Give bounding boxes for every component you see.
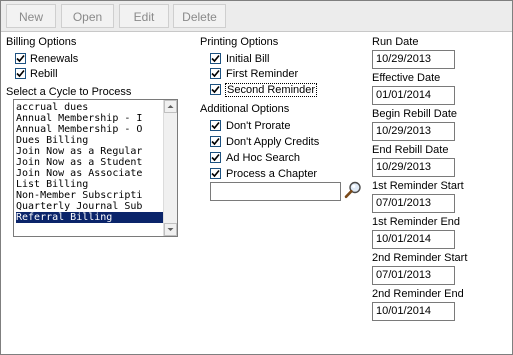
first-reminder-start-field[interactable]: 07/01/2013 (372, 194, 455, 213)
initial-bill-label: Initial Bill (226, 53, 270, 65)
toolbar: New Open Edit Delete (1, 1, 512, 32)
list-item[interactable]: Quarterly Journal Sub (16, 201, 164, 212)
chapter-input[interactable] (210, 182, 341, 201)
list-item[interactable]: Non-Member Subscripti (16, 190, 164, 201)
rebill-checkbox[interactable] (15, 68, 26, 79)
ad-hoc-search-label: Ad Hoc Search (226, 152, 300, 164)
list-item[interactable]: Dues Billing (16, 135, 164, 146)
check-icon (16, 54, 25, 63)
list-item[interactable]: List Billing (16, 179, 164, 190)
ad-hoc-search-checkbox[interactable] (210, 152, 221, 163)
check-icon (211, 54, 220, 63)
dont-apply-credits-label: Don't Apply Credits (226, 136, 320, 148)
cycle-heading: Select a Cycle to Process (6, 86, 132, 98)
begin-rebill-date-label: Begin Rebill Date (372, 108, 457, 120)
check-icon (211, 169, 220, 178)
dont-prorate-label: Don't Prorate (226, 120, 291, 132)
listbox-scrollbar[interactable] (163, 100, 177, 236)
initial-bill-checkbox[interactable] (210, 53, 221, 64)
scroll-up-arrow-icon[interactable] (164, 100, 177, 113)
open-button[interactable]: Open (61, 4, 114, 28)
dont-apply-credits-checkbox[interactable] (210, 136, 221, 147)
list-item-selected[interactable]: Referral Billing (16, 212, 164, 223)
scroll-down-arrow-icon[interactable] (164, 223, 177, 236)
printing-options-heading: Printing Options (200, 36, 279, 48)
first-reminder-checkbox[interactable] (210, 68, 221, 79)
second-reminder-end-field[interactable]: 10/01/2014 (372, 302, 455, 321)
process-chapter-label: Process a Chapter (226, 168, 318, 180)
list-item[interactable]: accrual dues (16, 102, 164, 113)
second-reminder-label: Second Reminder (225, 83, 318, 97)
first-reminder-end-field[interactable]: 10/01/2014 (372, 230, 455, 249)
end-rebill-date-label: End Rebill Date (372, 144, 449, 156)
renewals-label: Renewals (30, 53, 79, 65)
check-icon (211, 137, 220, 146)
check-icon (211, 153, 220, 162)
begin-rebill-date-field[interactable]: 10/29/2013 (372, 122, 455, 141)
additional-options-heading: Additional Options (200, 103, 290, 115)
dont-prorate-checkbox[interactable] (210, 120, 221, 131)
second-reminder-checkbox[interactable] (210, 84, 221, 95)
second-reminder-start-label: 2nd Reminder Start (372, 252, 468, 264)
check-icon (16, 69, 25, 78)
check-icon (211, 85, 220, 94)
run-date-label: Run Date (372, 36, 419, 48)
first-reminder-label: First Reminder (226, 68, 299, 80)
process-chapter-checkbox[interactable] (210, 168, 221, 179)
run-date-field[interactable]: 10/29/2013 (372, 50, 455, 69)
list-item[interactable]: Annual Membership - I (16, 113, 164, 124)
list-item[interactable]: Join Now as Associate (16, 168, 164, 179)
renewals-checkbox[interactable] (15, 53, 26, 64)
second-reminder-start-field[interactable]: 07/01/2013 (372, 266, 455, 285)
new-button[interactable]: New (6, 4, 56, 28)
effective-date-field[interactable]: 01/01/2014 (372, 86, 455, 105)
effective-date-label: Effective Date (372, 72, 441, 84)
first-reminder-start-label: 1st Reminder Start (372, 180, 464, 192)
billing-options-heading: Billing Options (6, 36, 77, 48)
edit-button[interactable]: Edit (119, 4, 169, 28)
second-reminder-end-label: 2nd Reminder End (372, 288, 464, 300)
end-rebill-date-field[interactable]: 10/29/2013 (372, 158, 455, 177)
check-icon (211, 121, 220, 130)
list-item[interactable]: Annual Membership - O (16, 124, 164, 135)
delete-button[interactable]: Delete (173, 4, 226, 28)
cycle-listbox[interactable]: accrual dues Annual Membership - I Annua… (13, 99, 178, 237)
check-icon (211, 69, 220, 78)
magnifier-search-icon[interactable] (343, 180, 363, 200)
rebill-label: Rebill (30, 68, 58, 80)
first-reminder-end-label: 1st Reminder End (372, 216, 461, 228)
list-item[interactable]: Join Now as a Student (16, 157, 164, 168)
list-item[interactable]: Join Now as a Regular (16, 146, 164, 157)
